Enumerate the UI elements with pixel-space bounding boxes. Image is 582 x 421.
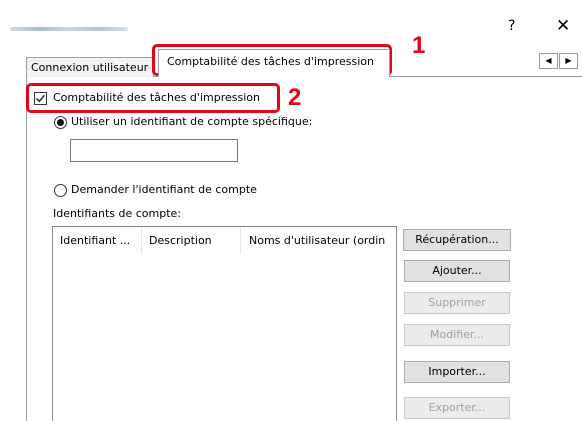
radio-ask-account-label[interactable]: Demander l'identifiant de compte [71,183,257,196]
column-header-description[interactable]: Description [149,227,239,254]
callout-number-1: 1 [412,32,426,59]
callout-number-2: 2 [288,84,302,111]
radio-specific-account-label[interactable]: Utiliser un identifiant de compte spécif… [71,115,312,128]
column-header-identifiant[interactable]: Identifiant ... [60,227,140,254]
recuperation-button[interactable]: Récupération... [403,229,511,251]
accounting-checkbox-label[interactable]: Comptabilité des tâches d'impression [53,91,260,104]
importer-button[interactable]: Importer... [404,361,510,383]
tab-connexion-utilisateur[interactable]: Connexion utilisateur [26,57,154,77]
radio-selected-dot [57,119,64,126]
close-button[interactable]: ✕ [556,16,570,36]
exporter-button[interactable]: Exporter... [404,397,510,419]
account-list-view[interactable]: Identifiant ... Description Noms d'utili… [52,226,397,421]
account-ids-label: Identifiants de compte: [53,207,182,220]
account-id-input[interactable] [70,139,238,162]
modifier-button[interactable]: Modifier... [404,324,510,346]
accounting-checkbox[interactable] [34,92,47,105]
window-title-blurred [10,27,128,31]
ajouter-button[interactable]: Ajouter... [404,260,510,282]
tab-scroll-controls: ◀ ▶ [539,53,579,69]
column-separator[interactable] [240,227,241,254]
panel-border [26,76,27,421]
column-header-noms-utilisateur[interactable]: Noms d'utilisateur (ordin [249,227,395,254]
radio-specific-account[interactable] [54,116,67,129]
help-button[interactable]: ? [508,18,515,34]
column-separator[interactable] [141,227,142,254]
radio-ask-account[interactable] [54,184,67,197]
tab-comptabilite-impression[interactable]: Comptabilité des tâches d'impression [158,49,390,77]
tab-scroll-right-icon[interactable]: ▶ [559,53,578,69]
checkmark-icon [36,94,45,103]
tab-scroll-left-icon[interactable]: ◀ [539,53,558,69]
supprimer-button[interactable]: Supprimer [404,292,510,314]
